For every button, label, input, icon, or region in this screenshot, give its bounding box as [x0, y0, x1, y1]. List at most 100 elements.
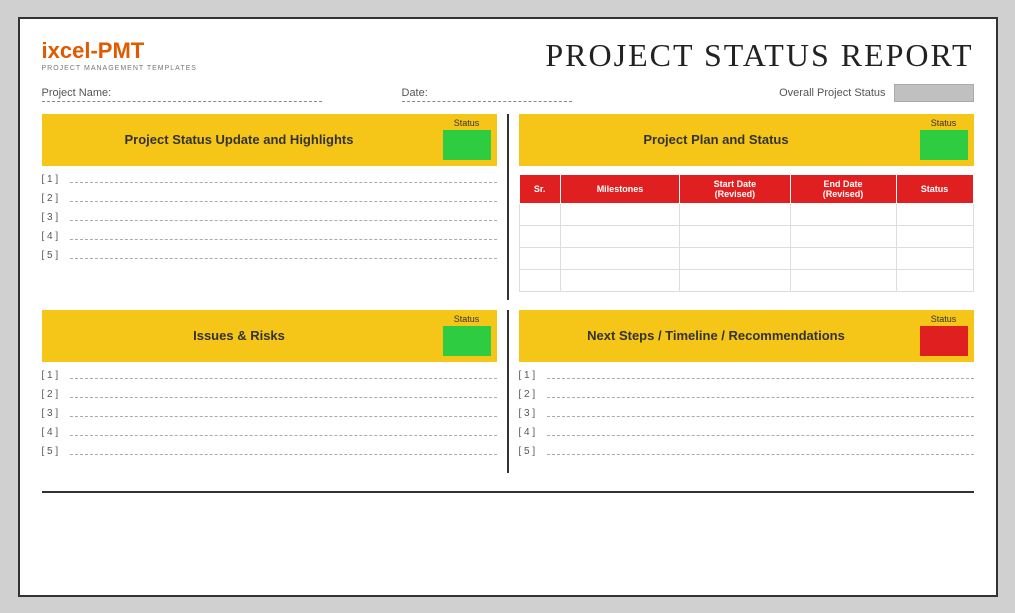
list-line-2 [70, 397, 497, 398]
list-item: [ 5 ] [42, 250, 497, 261]
list-item: [ 4 ] [519, 427, 974, 438]
section4-list: [ 1 ] [ 2 ] [ 3 ] [ 4 ] [ 5 ] [519, 370, 974, 457]
bottom-divider [42, 491, 974, 493]
cell-end [790, 225, 896, 247]
list-item: [ 2 ] [519, 389, 974, 400]
list-index-2: [ 2 ] [42, 389, 70, 400]
list-item: [ 4 ] [42, 231, 497, 242]
list-index-5: [ 5 ] [519, 446, 547, 457]
cell-start [680, 203, 790, 225]
table-row [519, 247, 973, 269]
bottom-sections: Issues & Risks Status [ 1 ] [ 2 ] [ 3 ] [42, 310, 974, 473]
list-line-4 [70, 435, 497, 436]
list-line-1 [547, 378, 974, 379]
logo-subtitle: PROJECT MANAGEMENT TEMPLATES [42, 65, 197, 72]
section4-title: Next Steps / Timeline / Recommendations [519, 310, 914, 362]
cell-end [790, 269, 896, 291]
meta-overall-status: Overall Project Status [779, 84, 973, 102]
list-item: [ 3 ] [519, 408, 974, 419]
list-item: [ 1 ] [42, 174, 497, 185]
cell-sr [519, 225, 560, 247]
section3-status-label: Status [454, 314, 480, 324]
list-item: [ 5 ] [519, 446, 974, 457]
section4-header: Next Steps / Timeline / Recommendations … [519, 310, 974, 362]
list-line-4 [70, 239, 497, 240]
cell-start [680, 247, 790, 269]
section1-status-area: Status [437, 114, 497, 166]
list-line-3 [70, 220, 497, 221]
list-index-4: [ 4 ] [42, 427, 70, 438]
section2-status-area: Status [914, 114, 974, 166]
section3-status-indicator [443, 326, 491, 356]
cell-end [790, 247, 896, 269]
list-index-2: [ 2 ] [42, 193, 70, 204]
list-item: [ 3 ] [42, 212, 497, 223]
list-line-1 [70, 182, 497, 183]
col-right-bottom: Next Steps / Timeline / Recommendations … [509, 310, 974, 473]
meta-row: Project Name: Date: Overall Project Stat… [42, 84, 974, 102]
list-index-5: [ 5 ] [42, 250, 70, 261]
list-index-1: [ 1 ] [42, 370, 70, 381]
overall-status-label: Overall Project Status [779, 87, 885, 99]
col-status: Status [896, 174, 973, 203]
list-line-1 [70, 378, 497, 379]
list-index-5: [ 5 ] [42, 446, 70, 457]
section1-title: Project Status Update and Highlights [42, 114, 437, 166]
section2-header: Project Plan and Status Status [519, 114, 974, 166]
list-item: [ 2 ] [42, 389, 497, 400]
spacer [42, 300, 974, 310]
list-index-4: [ 4 ] [519, 427, 547, 438]
list-item: [ 4 ] [42, 427, 497, 438]
col-left-bottom: Issues & Risks Status [ 1 ] [ 2 ] [ 3 ] [42, 310, 509, 473]
col-left-top: Project Status Update and Highlights Sta… [42, 114, 509, 300]
col-start-date: Start Date(Revised) [680, 174, 790, 203]
list-line-2 [547, 397, 974, 398]
cell-milestone [560, 269, 679, 291]
logo-pmt: PMT [98, 38, 144, 63]
milestones-table: Sr. Milestones Start Date(Revised) End D… [519, 174, 974, 292]
project-label: Project Name: [42, 87, 322, 99]
list-item: [ 2 ] [42, 193, 497, 204]
col-milestones: Milestones [560, 174, 679, 203]
list-index-1: [ 1 ] [42, 174, 70, 185]
list-item: [ 1 ] [42, 370, 497, 381]
cell-sr [519, 269, 560, 291]
logo-dash: - [90, 38, 97, 63]
section4-status-label: Status [931, 314, 957, 324]
header: ixcel-PMT PROJECT MANAGEMENT TEMPLATES P… [42, 37, 974, 74]
logo-title: ixcel-PMT [42, 38, 197, 64]
table-row [519, 203, 973, 225]
list-index-3: [ 3 ] [42, 408, 70, 419]
col-sr: Sr. [519, 174, 560, 203]
table-row [519, 269, 973, 291]
section1-header: Project Status Update and Highlights Sta… [42, 114, 497, 166]
section2-title: Project Plan and Status [519, 114, 914, 166]
date-label: Date: [402, 87, 572, 99]
section4-status-area: Status [914, 310, 974, 362]
section1-status-label: Status [454, 118, 480, 128]
list-line-5 [547, 454, 974, 455]
cell-status [896, 225, 973, 247]
project-line [42, 101, 322, 102]
list-line-5 [70, 258, 497, 259]
list-index-3: [ 3 ] [519, 408, 547, 419]
date-line [402, 101, 572, 102]
top-sections: Project Status Update and Highlights Sta… [42, 114, 974, 300]
section3-title: Issues & Risks [42, 310, 437, 362]
section4-status-indicator [920, 326, 968, 356]
list-line-3 [547, 416, 974, 417]
logo-xcel: xcel [48, 38, 91, 63]
section2-status-label: Status [931, 118, 957, 128]
list-index-1: [ 1 ] [519, 370, 547, 381]
list-line-3 [70, 416, 497, 417]
logo: ixcel-PMT PROJECT MANAGEMENT TEMPLATES [42, 38, 197, 72]
section1-list: [ 1 ] [ 2 ] [ 3 ] [ 4 ] [ 5 ] [42, 174, 497, 261]
section2-status-indicator [920, 130, 968, 160]
col-end-date: End Date(Revised) [790, 174, 896, 203]
meta-date: Date: [402, 87, 572, 102]
section3-list: [ 1 ] [ 2 ] [ 3 ] [ 4 ] [ 5 ] [42, 370, 497, 457]
cell-status [896, 247, 973, 269]
list-item: [ 3 ] [42, 408, 497, 419]
section3-status-area: Status [437, 310, 497, 362]
section3-header: Issues & Risks Status [42, 310, 497, 362]
